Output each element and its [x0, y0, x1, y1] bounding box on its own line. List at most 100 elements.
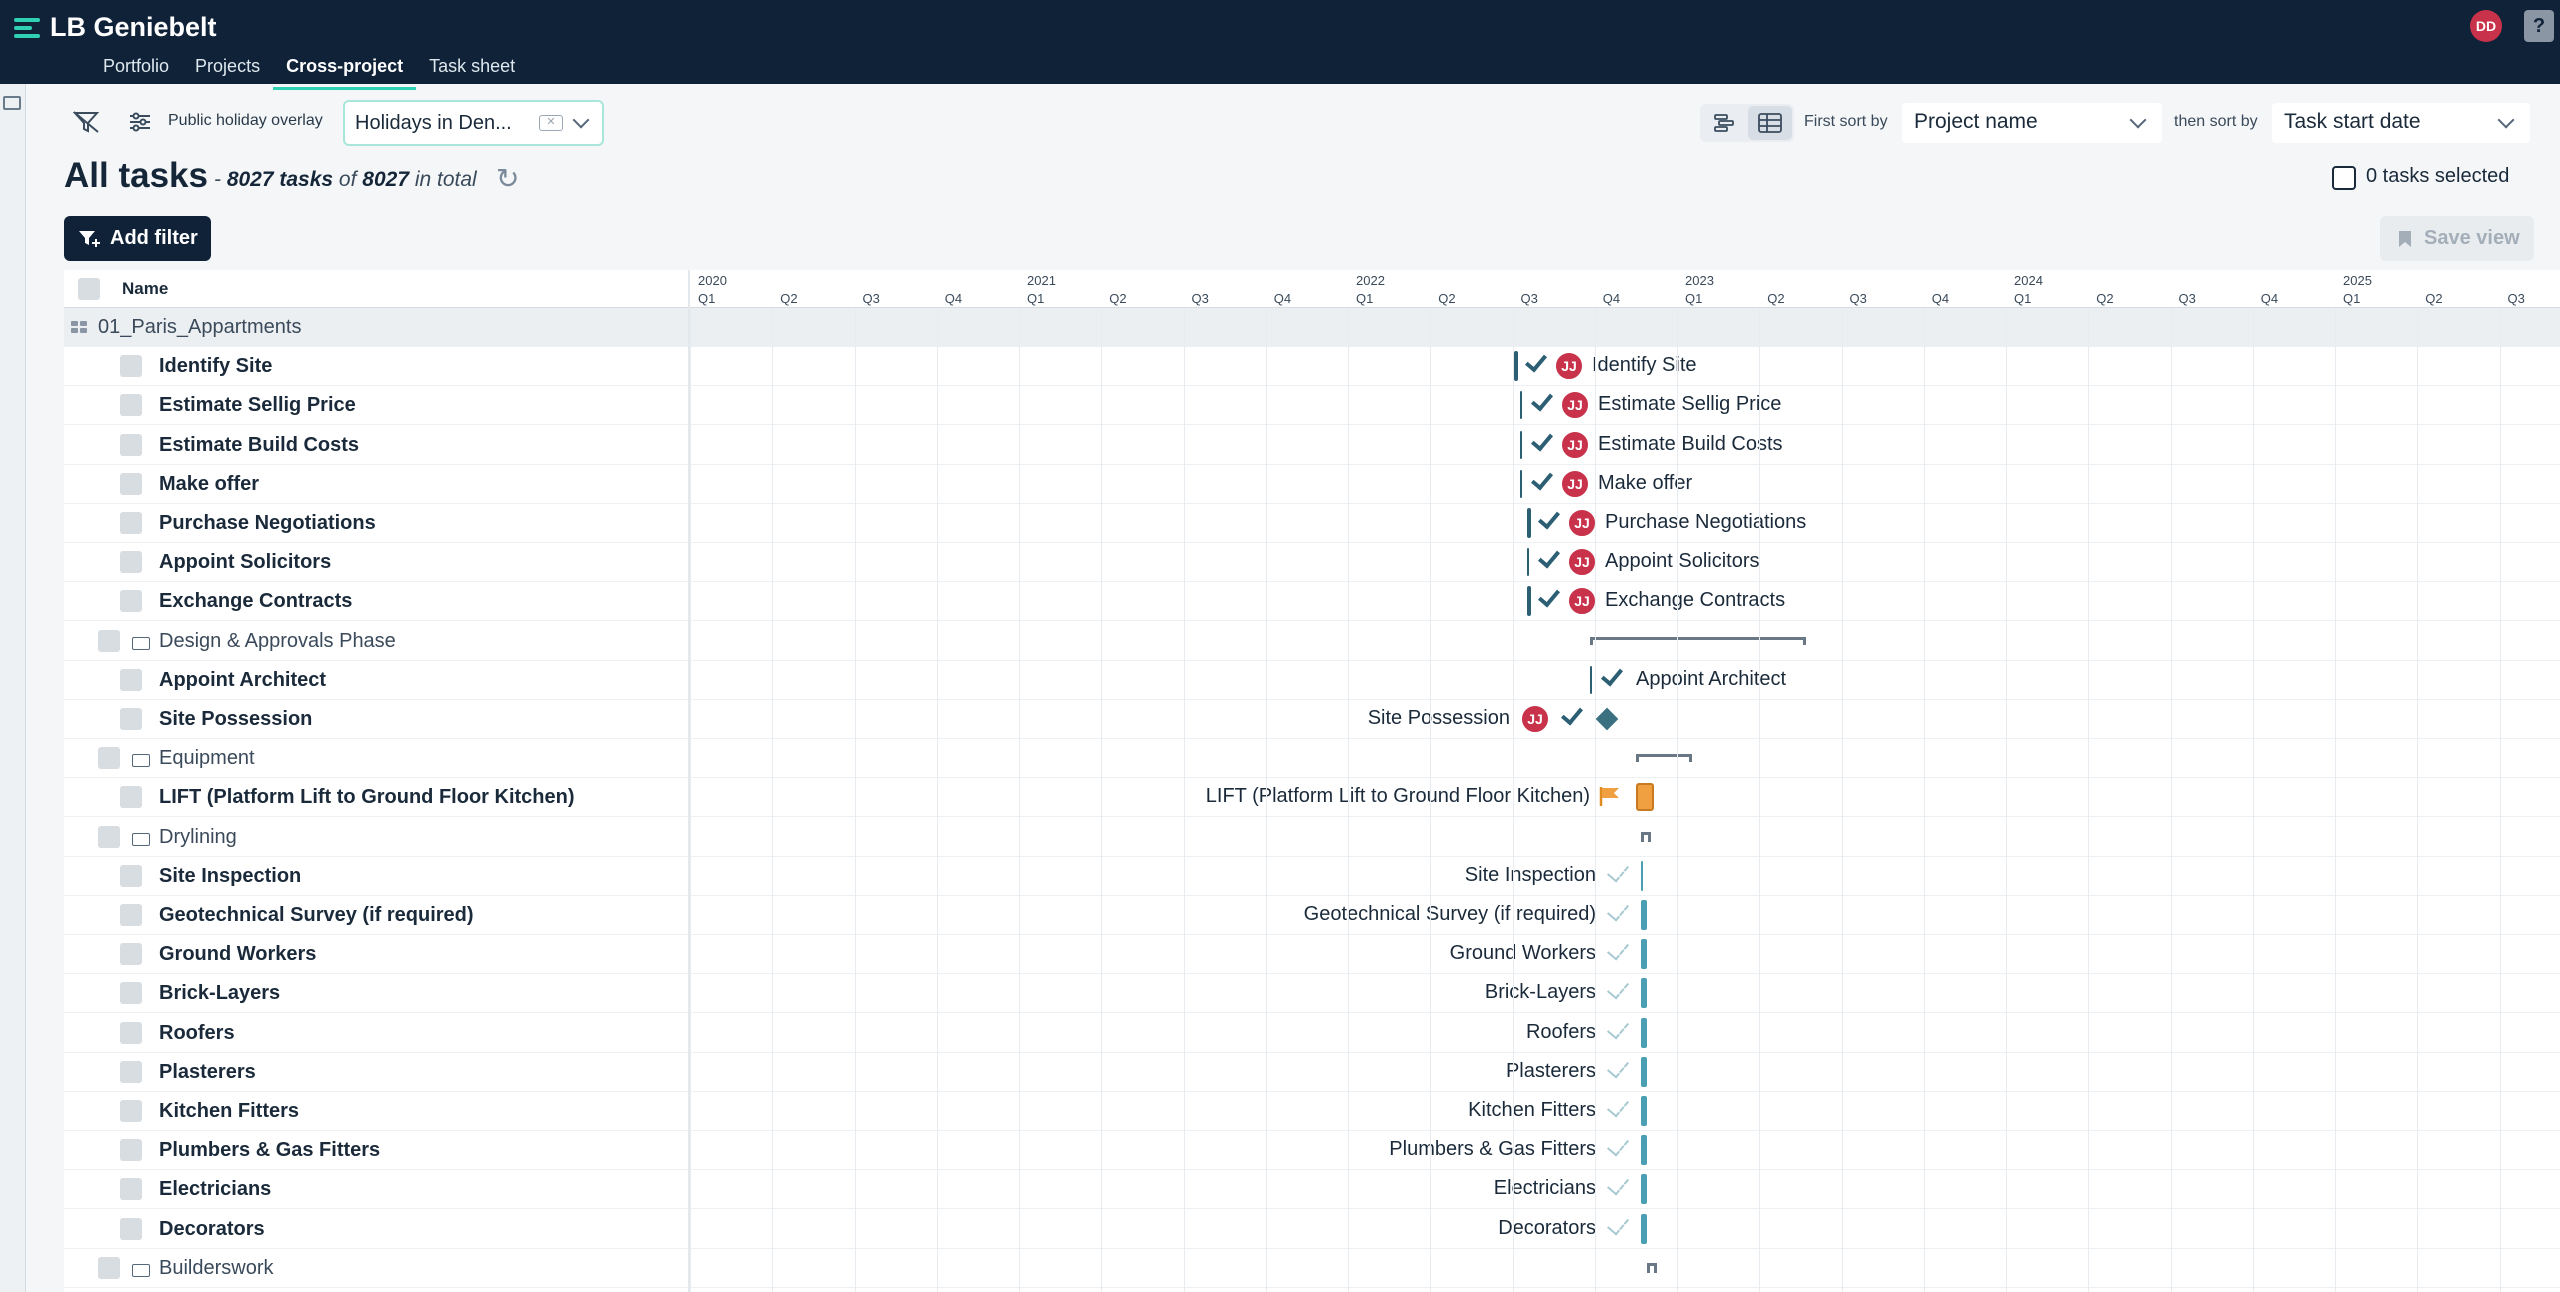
- row-checkbox[interactable]: [120, 1060, 142, 1083]
- task-row[interactable]: Ground Workers: [64, 935, 2560, 975]
- row-checkbox[interactable]: [120, 394, 142, 417]
- task-row[interactable]: Appoint Solicitors: [64, 543, 2560, 583]
- assignee-avatar[interactable]: JJ: [1567, 508, 1597, 538]
- task-bar[interactable]: [1641, 1096, 1647, 1126]
- task-row[interactable]: Make offer: [64, 465, 2560, 504]
- row-checkbox[interactable]: [98, 825, 120, 848]
- task-row[interactable]: Kitchen Fitters: [64, 1092, 2560, 1131]
- row-checkbox[interactable]: [120, 590, 142, 613]
- phase-row[interactable]: Drylining: [64, 818, 2560, 857]
- task-bar[interactable]: [1641, 978, 1647, 1009]
- add-filter-button[interactable]: Add filter: [64, 216, 211, 261]
- task-bar[interactable]: [1641, 1017, 1647, 1048]
- refresh-icon[interactable]: ↻: [496, 162, 519, 195]
- project-row[interactable]: 01_Paris_Appartments: [64, 308, 2560, 347]
- task-bar[interactable]: [1520, 469, 1522, 498]
- row-checkbox[interactable]: [120, 1178, 142, 1201]
- row-checkbox[interactable]: [120, 1217, 142, 1240]
- assignee-avatar[interactable]: JJ: [1560, 468, 1590, 499]
- row-checkbox[interactable]: [120, 472, 142, 495]
- assignee-avatar[interactable]: JJ: [1554, 351, 1584, 382]
- select-all-checkbox[interactable]: [2332, 166, 2356, 190]
- clear-selection-icon[interactable]: ✕: [539, 115, 563, 131]
- row-checkbox[interactable]: [120, 551, 142, 574]
- row-checkbox[interactable]: [120, 512, 142, 534]
- row-checkbox[interactable]: [98, 629, 120, 652]
- task-row[interactable]: Decorators: [64, 1210, 2560, 1249]
- gantt-view-icon[interactable]: [1702, 106, 1746, 140]
- task-row[interactable]: Estimate Build Costs: [64, 426, 2560, 465]
- row-checkbox[interactable]: [98, 747, 120, 770]
- first-sort-select[interactable]: Project name: [1902, 103, 2162, 143]
- task-name: LIFT (Platform Lift to Ground Floor Kitc…: [159, 786, 575, 809]
- task-bar[interactable]: [1520, 430, 1522, 459]
- phase-name: Equipment: [159, 747, 255, 770]
- chevron-down-icon[interactable]: [572, 111, 590, 129]
- row-checkbox[interactable]: [120, 668, 142, 691]
- task-bar[interactable]: [1514, 351, 1518, 382]
- phase-row[interactable]: Design & Approvals Phase: [64, 622, 2560, 661]
- task-bar[interactable]: [1527, 586, 1531, 617]
- task-bar[interactable]: [1641, 1135, 1647, 1166]
- nav-tab-task-sheet[interactable]: Task sheet: [416, 50, 528, 90]
- task-bar[interactable]: [1641, 1213, 1647, 1244]
- row-checkbox[interactable]: [120, 1139, 142, 1162]
- task-row[interactable]: Estimate Sellig Price: [64, 386, 2560, 426]
- task-row[interactable]: Site Inspection: [64, 857, 2560, 896]
- app-logo[interactable]: LB Geniebelt: [14, 12, 217, 43]
- task-row[interactable]: Plumbers & Gas Fitters: [64, 1131, 2560, 1171]
- assignee-avatar[interactable]: JJ: [1567, 547, 1597, 578]
- assignee-avatar[interactable]: JJ: [1520, 704, 1550, 734]
- bookmark-icon: [2399, 230, 2411, 247]
- header-checkbox[interactable]: [78, 278, 100, 300]
- task-row[interactable]: Site Possession: [64, 700, 2560, 739]
- task-bar[interactable]: [1641, 1056, 1647, 1087]
- row-checkbox[interactable]: [120, 1100, 142, 1122]
- row-checkbox[interactable]: [98, 1256, 120, 1279]
- row-checkbox[interactable]: [120, 1021, 142, 1044]
- phase-row[interactable]: Builderswork: [64, 1249, 2560, 1288]
- assignee-avatar[interactable]: JJ: [1560, 429, 1590, 460]
- task-bar[interactable]: [1527, 508, 1531, 538]
- then-sort-select[interactable]: Task start date: [2272, 103, 2530, 143]
- nav-tab-cross-project[interactable]: Cross-project: [273, 50, 417, 90]
- task-bar[interactable]: [1590, 665, 1592, 694]
- expand-panel-icon[interactable]: [3, 96, 21, 110]
- task-bar[interactable]: [1527, 548, 1529, 577]
- holiday-overlay-select[interactable]: Holidays in Den... ✕: [343, 100, 604, 146]
- task-row[interactable]: Purchase Negotiations: [64, 504, 2560, 543]
- task-bar[interactable]: [1641, 1174, 1647, 1205]
- task-row[interactable]: Plasterers: [64, 1053, 2560, 1092]
- nav-tab-projects[interactable]: Projects: [182, 50, 273, 90]
- task-row[interactable]: Electricians: [64, 1170, 2560, 1210]
- table-view-icon[interactable]: [1748, 106, 1792, 140]
- task-bar[interactable]: [1641, 939, 1647, 970]
- task-bar[interactable]: [1641, 860, 1643, 891]
- task-bar[interactable]: [1520, 391, 1522, 420]
- row-checkbox[interactable]: [120, 708, 142, 730]
- row-checkbox[interactable]: [120, 943, 142, 966]
- phase-row[interactable]: Equipment: [64, 739, 2560, 779]
- user-avatar[interactable]: DD: [2470, 10, 2502, 42]
- row-checkbox[interactable]: [120, 786, 142, 809]
- row-checkbox[interactable]: [120, 433, 142, 456]
- row-checkbox[interactable]: [120, 982, 142, 1005]
- row-checkbox[interactable]: [120, 355, 142, 378]
- task-row[interactable]: Brick-Layers: [64, 974, 2560, 1014]
- task-name: Identify Site: [159, 355, 273, 378]
- nav-tab-portfolio[interactable]: Portfolio: [90, 50, 182, 90]
- row-checkbox[interactable]: [120, 864, 142, 887]
- help-icon[interactable]: ?: [2524, 10, 2554, 42]
- timeline-gridline: [772, 308, 774, 1292]
- name-column-label[interactable]: Name: [122, 279, 168, 299]
- task-row[interactable]: Appoint Architect: [64, 661, 2560, 700]
- task-bar[interactable]: [1641, 900, 1647, 930]
- task-row[interactable]: Roofers: [64, 1014, 2560, 1053]
- settings-sliders-icon[interactable]: [124, 106, 156, 138]
- task-bar[interactable]: [1636, 783, 1654, 812]
- clear-filter-icon[interactable]: [70, 106, 102, 138]
- save-view-button[interactable]: Save view: [2380, 216, 2534, 261]
- task-row[interactable]: Exchange Contracts: [64, 582, 2560, 622]
- row-checkbox[interactable]: [120, 904, 142, 926]
- task-row[interactable]: Identify Site: [64, 347, 2560, 387]
